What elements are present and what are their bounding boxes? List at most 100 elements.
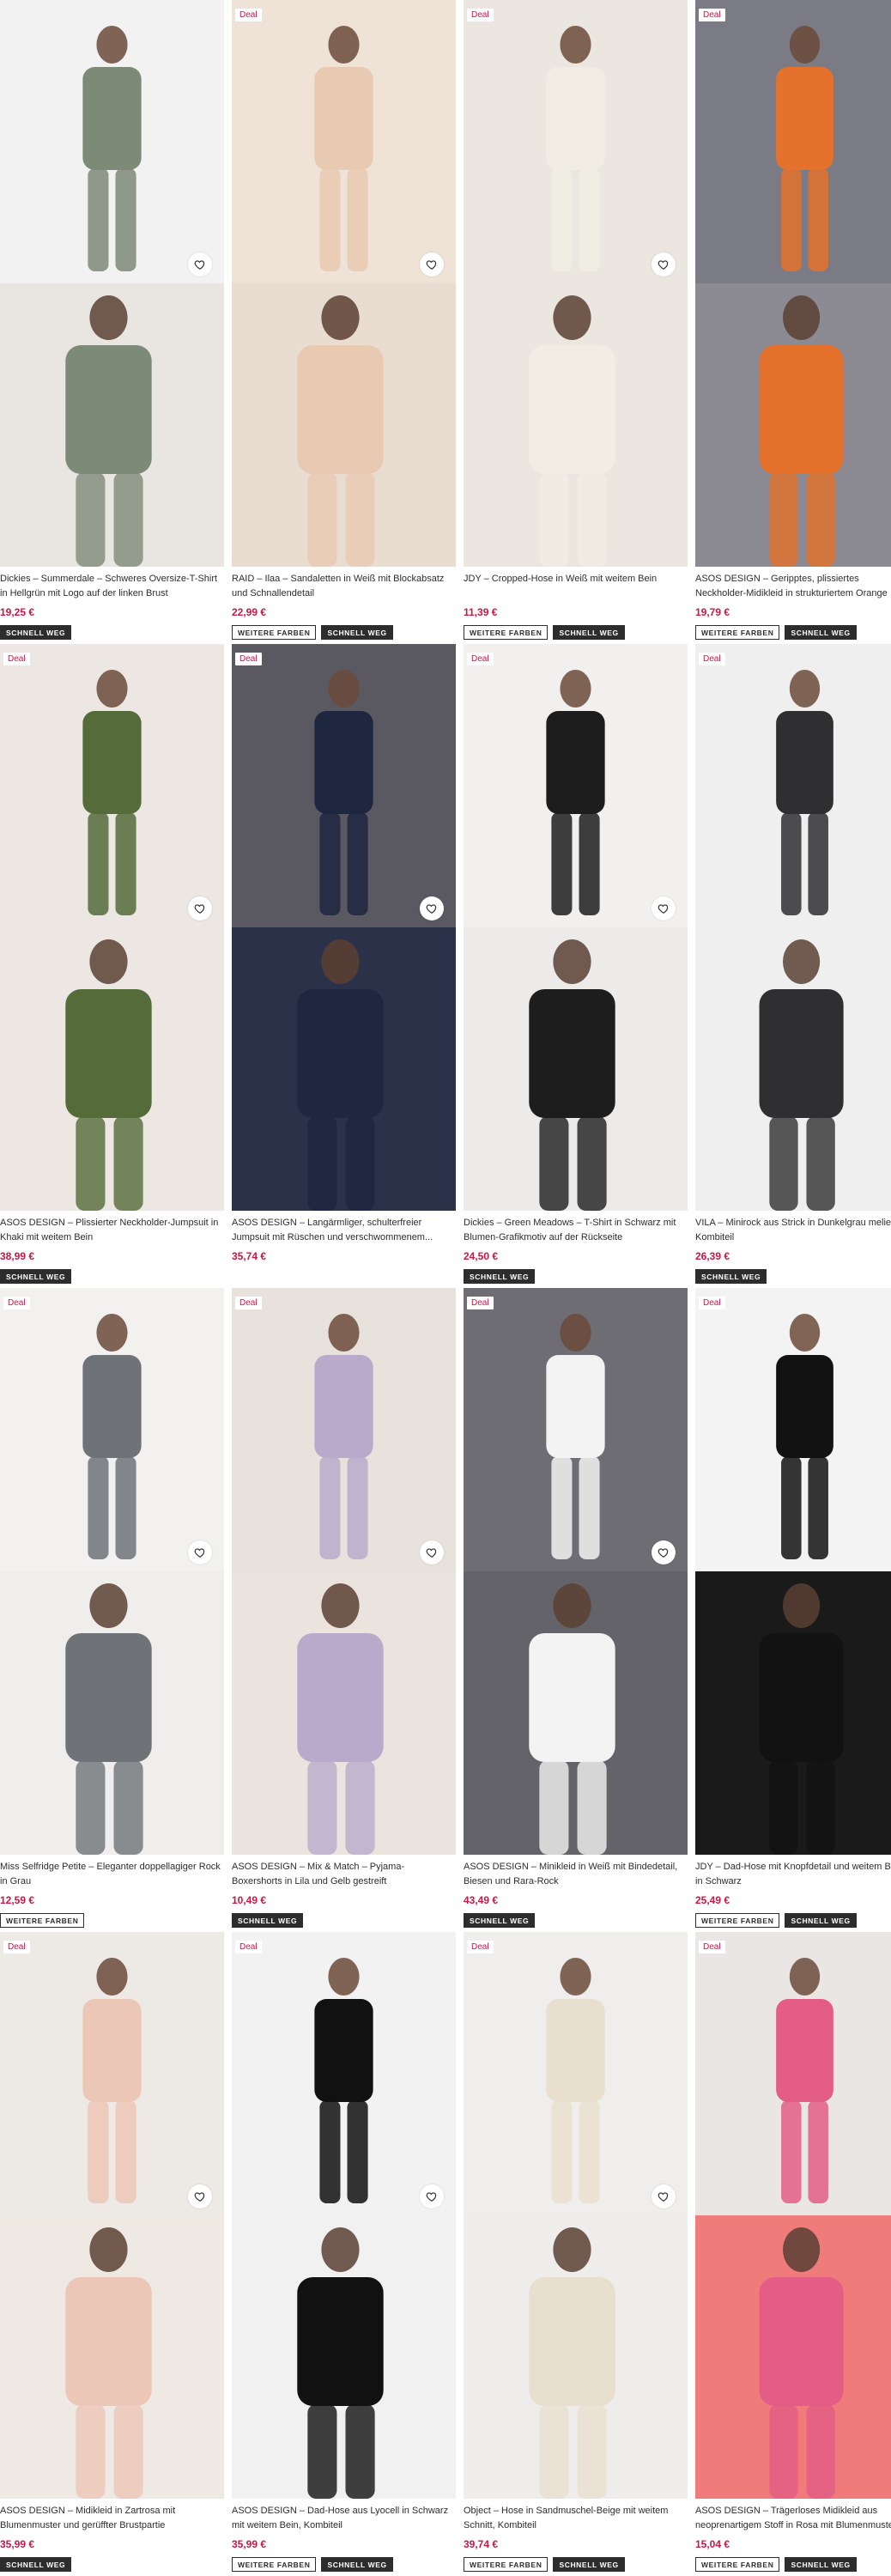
product-card[interactable]: Deal ASOS DESIGN – Minikleid in Weiß mit …: [464, 1288, 688, 1932]
product-image[interactable]: Deal: [695, 0, 891, 283]
product-title[interactable]: ASOS DESIGN – Mix & Match – Pyjama-Boxer…: [232, 1860, 456, 1889]
product-image[interactable]: Deal: [695, 1288, 891, 1571]
product-price: 12,59 €: [0, 1894, 35, 1906]
product-title[interactable]: Dickies – Summerdale – Schweres Oversize…: [0, 572, 224, 601]
save-for-later-button[interactable]: [420, 896, 444, 920]
product-image-alt[interactable]: [695, 2215, 891, 2499]
product-image[interactable]: Deal: [232, 1288, 456, 1571]
save-for-later-button[interactable]: [652, 1540, 676, 1564]
product-image-alt[interactable]: [0, 1571, 224, 1855]
product-image[interactable]: Deal: [0, 644, 224, 927]
product-image-alt[interactable]: [232, 927, 456, 1211]
more-colors-badge[interactable]: WEITERE FARBEN: [464, 625, 549, 640]
product-card[interactable]: Deal JDY – Dad-Hose mit Knopfdetail und w…: [695, 1288, 891, 1932]
save-for-later-button[interactable]: [420, 1540, 444, 1564]
product-image-alt[interactable]: [464, 283, 688, 567]
product-title[interactable]: ASOS DESIGN – Midikleid in Zartrosa mit …: [0, 2504, 224, 2533]
product-image-alt[interactable]: [695, 927, 891, 1211]
product-image[interactable]: Deal: [0, 1932, 224, 2215]
product-title[interactable]: ASOS DESIGN – Langärmliger, schulterfrei…: [232, 1216, 456, 1245]
save-for-later-button[interactable]: [188, 896, 212, 920]
product-title[interactable]: ASOS DESIGN – Geripptes, plissiertes Nec…: [695, 572, 891, 601]
selling-fast-badge: SCHNELL WEG: [785, 2557, 857, 2572]
save-for-later-button[interactable]: [652, 252, 676, 276]
product-image-alt[interactable]: [464, 1571, 688, 1855]
more-colors-badge[interactable]: WEITERE FARBEN: [695, 625, 780, 640]
product-image-alt[interactable]: [232, 2215, 456, 2499]
product-card[interactable]: Dickies – Summerdale – Schweres Oversize…: [0, 0, 224, 644]
deal-badge: Deal: [467, 1297, 494, 1309]
more-colors-badge[interactable]: WEITERE FARBEN: [232, 625, 317, 640]
product-badges: SCHNELL WEG: [464, 1269, 688, 1284]
product-image[interactable]: [0, 0, 224, 283]
product-card[interactable]: Deal VILA – Minirock aus Strick in Dunkel…: [695, 644, 891, 1288]
product-image-alt[interactable]: [695, 1571, 891, 1855]
product-image-alt[interactable]: [0, 927, 224, 1211]
product-title[interactable]: VILA – Minirock aus Strick in Dunkelgrau…: [695, 1216, 891, 1245]
product-image[interactable]: Deal: [232, 1932, 456, 2215]
product-image[interactable]: Deal: [464, 644, 688, 927]
product-card[interactable]: Deal ASOS DESIGN – Geripptes, plissiertes…: [695, 0, 891, 644]
save-for-later-button[interactable]: [420, 2184, 444, 2208]
product-card[interactable]: Deal JDY – Cropped-Hose in Weiß mit weite…: [464, 0, 688, 644]
more-colors-badge[interactable]: WEITERE FARBEN: [695, 1913, 780, 1928]
product-title[interactable]: RAID – Ilaa – Sandaletten in Weiß mit Bl…: [232, 572, 456, 601]
product-card[interactable]: Deal Dickies – Green Meadows – T-Shirt in…: [464, 644, 688, 1288]
selling-fast-badge: SCHNELL WEG: [0, 2557, 72, 2572]
product-price: 19,79 €: [695, 606, 730, 618]
product-price: 19,25 €: [0, 606, 35, 618]
product-image-alt[interactable]: [232, 1571, 456, 1855]
product-image[interactable]: Deal: [464, 1288, 688, 1571]
product-card[interactable]: Deal RAID – Ilaa – Sandaletten in Weiß mi…: [232, 0, 456, 644]
product-title[interactable]: Dickies – Green Meadows – T-Shirt in Sch…: [464, 1216, 688, 1245]
product-image[interactable]: Deal: [695, 644, 891, 927]
product-card[interactable]: Deal ASOS DESIGN – Plissierter Neckholder…: [0, 644, 224, 1288]
deal-badge: Deal: [467, 653, 494, 665]
product-image[interactable]: Deal: [232, 644, 456, 927]
save-for-later-button[interactable]: [188, 252, 212, 276]
product-price: 35,99 €: [232, 2538, 267, 2550]
product-image-alt[interactable]: [232, 283, 456, 567]
product-card[interactable]: Deal ASOS DESIGN – Dad-Hose aus Lyocell i…: [232, 1932, 456, 2576]
selling-fast-badge: SCHNELL WEG: [232, 1913, 304, 1928]
product-title[interactable]: JDY – Cropped-Hose in Weiß mit weitem Be…: [464, 572, 688, 601]
more-colors-badge[interactable]: WEITERE FARBEN: [0, 1913, 85, 1928]
save-for-later-button[interactable]: [188, 1540, 212, 1564]
product-image-alt[interactable]: [695, 283, 891, 567]
product-title[interactable]: JDY – Dad-Hose mit Knopfdetail und weite…: [695, 1860, 891, 1889]
product-title[interactable]: ASOS DESIGN – Trägerloses Midikleid aus …: [695, 2504, 891, 2533]
product-title[interactable]: ASOS DESIGN – Minikleid in Weiß mit Bind…: [464, 1860, 688, 1889]
product-image[interactable]: Deal: [232, 0, 456, 283]
product-image[interactable]: Deal: [464, 1932, 688, 2215]
product-image[interactable]: Deal: [464, 0, 688, 283]
product-card[interactable]: Deal ASOS DESIGN – Trägerloses Midikleid …: [695, 1932, 891, 2576]
product-image-alt[interactable]: [0, 2215, 224, 2499]
product-image[interactable]: Deal: [695, 1932, 891, 2215]
save-for-later-button[interactable]: [420, 252, 444, 276]
product-title[interactable]: ASOS DESIGN – Plissierter Neckholder-Jum…: [0, 1216, 224, 1245]
product-image-alt[interactable]: [464, 927, 688, 1211]
more-colors-badge[interactable]: WEITERE FARBEN: [695, 2557, 780, 2572]
product-title[interactable]: Object – Hose in Sandmuschel-Beige mit w…: [464, 2504, 688, 2533]
save-for-later-button[interactable]: [652, 2184, 676, 2208]
save-for-later-button[interactable]: [652, 896, 676, 920]
product-price: 15,04 €: [695, 2538, 730, 2550]
product-card[interactable]: Deal ASOS DESIGN – Mix & Match – Pyjama-B…: [232, 1288, 456, 1932]
product-card[interactable]: Deal Miss Selfridge Petite – Eleganter do…: [0, 1288, 224, 1932]
product-card[interactable]: Deal Object – Hose in Sandmuschel-Beige m…: [464, 1932, 688, 2576]
deal-badge: Deal: [699, 9, 725, 21]
product-card[interactable]: Deal ASOS DESIGN – Midikleid in Zartrosa …: [0, 1932, 224, 2576]
product-image-alt[interactable]: [464, 2215, 688, 2499]
product-title[interactable]: ASOS DESIGN – Dad-Hose aus Lyocell in Sc…: [232, 2504, 456, 2533]
product-badges: SCHNELL WEG: [0, 625, 224, 640]
product-image-alt[interactable]: [0, 283, 224, 567]
product-title[interactable]: Miss Selfridge Petite – Eleganter doppel…: [0, 1860, 224, 1889]
more-colors-badge[interactable]: WEITERE FARBEN: [464, 2557, 549, 2572]
product-card[interactable]: Deal ASOS DESIGN – Langärmliger, schulter…: [232, 644, 456, 1288]
save-for-later-button[interactable]: [188, 2184, 212, 2208]
product-image[interactable]: Deal: [0, 1288, 224, 1571]
more-colors-badge[interactable]: WEITERE FARBEN: [232, 2557, 317, 2572]
product-badges: WEITERE FARBEN SCHNELL WEG: [464, 625, 688, 640]
product-info: ASOS DESIGN – Geripptes, plissiertes Nec…: [695, 567, 891, 640]
product-badges: SCHNELL WEG: [464, 1913, 688, 1928]
